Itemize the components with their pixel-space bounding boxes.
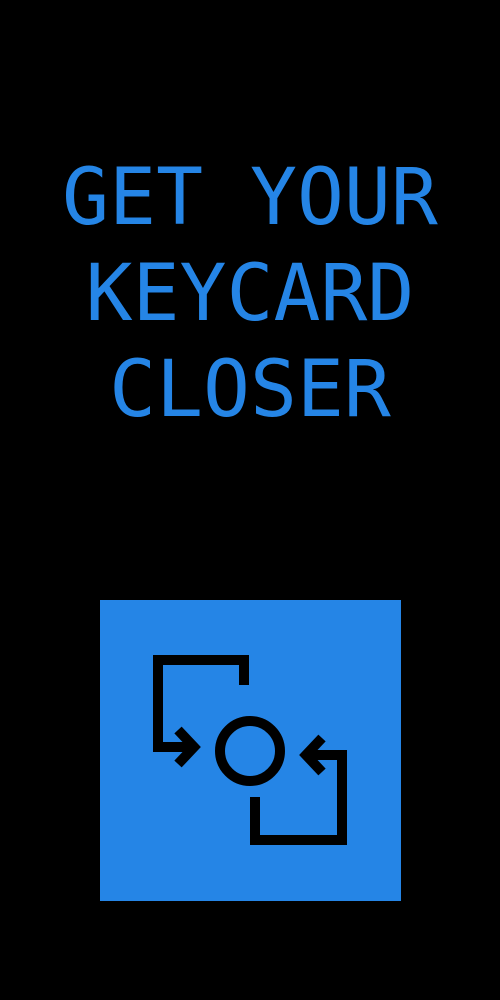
instruction-line-3: CLOSER [109, 345, 391, 435]
instruction-line-1: GET YOUR [62, 153, 438, 243]
instruction-text: GET YOUR KEYCARD CLOSER [0, 150, 500, 438]
keycard-sync-button[interactable] [100, 600, 401, 901]
instruction-line-2: KEYCARD [85, 249, 415, 339]
keycard-prompt-screen: GET YOUR KEYCARD CLOSER [0, 0, 500, 1000]
sync-arrows-icon [153, 655, 347, 845]
